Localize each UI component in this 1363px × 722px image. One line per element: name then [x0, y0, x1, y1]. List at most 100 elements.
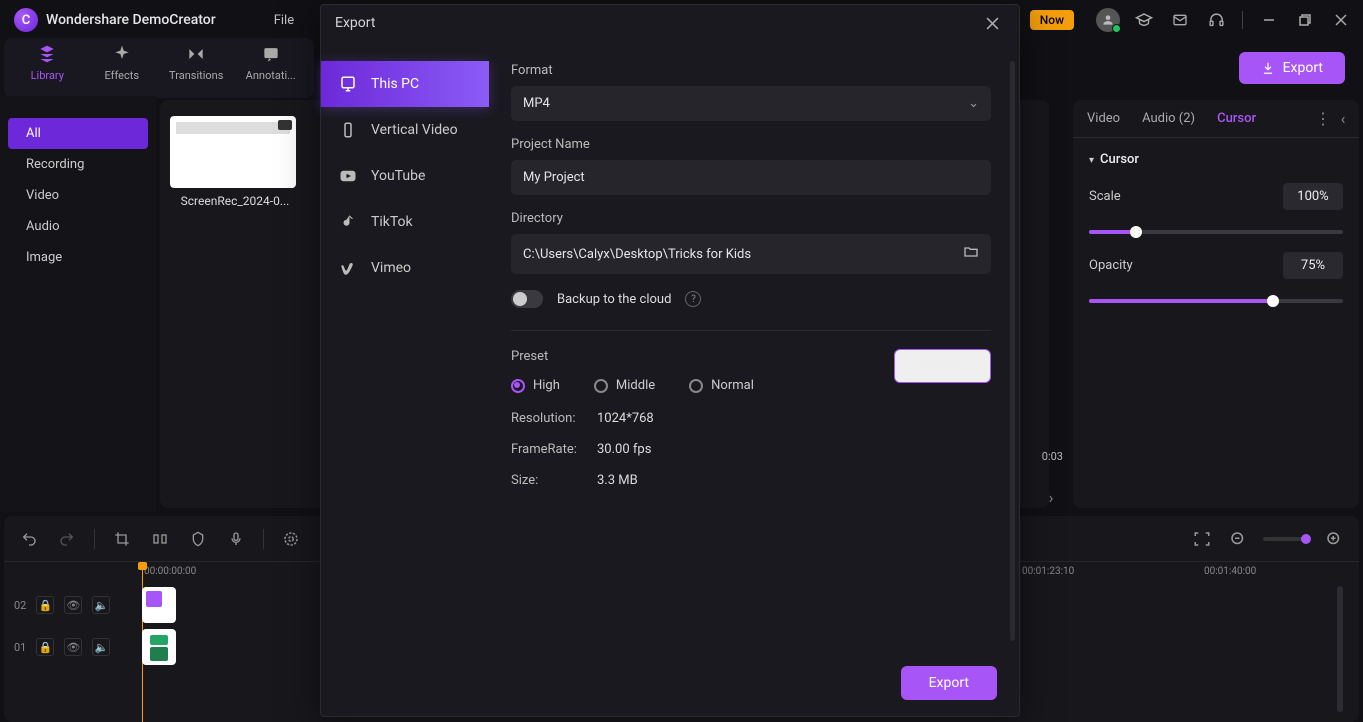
prop-tab-video[interactable]: Video	[1087, 111, 1120, 126]
preset-normal-radio[interactable]: Normal	[689, 378, 754, 393]
redo-icon[interactable]	[56, 528, 78, 550]
sidebar-item-label: Vertical Video	[371, 122, 458, 138]
scale-label: Scale	[1089, 189, 1283, 204]
scale-value[interactable]: 100%	[1283, 183, 1343, 210]
tool-tabs: Library Effects Transitions Annotati...	[4, 38, 314, 98]
framerate-v: 30.00 fps	[597, 442, 651, 457]
minimize-icon[interactable]	[1251, 0, 1287, 40]
cat-audio[interactable]: Audio	[8, 211, 148, 242]
timeline-scrollbar-v[interactable]	[1337, 586, 1343, 712]
sidebar-item-tiktok[interactable]: TikTok	[321, 199, 489, 245]
zoomout-icon[interactable]	[1227, 528, 1249, 550]
clip-cursor[interactable]	[142, 587, 176, 623]
close-icon[interactable]	[1323, 0, 1359, 40]
eye-icon[interactable]: 👁	[64, 638, 82, 656]
track-index: 01	[14, 641, 26, 654]
scale-slider[interactable]	[1089, 230, 1343, 234]
export-dialog-title: Export	[335, 15, 375, 31]
split-icon[interactable]	[149, 528, 171, 550]
format-select[interactable]: MP4 ⌄	[511, 86, 991, 121]
sidebar-item-youtube[interactable]: YouTube	[321, 153, 489, 199]
format-label: Format	[511, 63, 991, 78]
prop-more-icon[interactable]: ⋮	[1313, 109, 1333, 129]
undo-icon[interactable]	[18, 528, 40, 550]
headset-icon[interactable]	[1198, 0, 1234, 40]
size-k: Size:	[511, 473, 597, 488]
form-scrollbar[interactable]	[1010, 61, 1015, 641]
sidebar-item-this-pc[interactable]: This PC	[321, 61, 489, 107]
cat-all[interactable]: All	[8, 118, 148, 149]
tab-transitions[interactable]: Transitions	[159, 38, 234, 98]
project-name-label: Project Name	[511, 137, 991, 152]
mute-icon[interactable]: 🔈	[92, 596, 110, 614]
directory-input[interactable]: C:\Users\Calyx\Desktop\Tricks for Kids	[511, 234, 991, 274]
media-thumbnail	[170, 116, 296, 188]
voiceover-icon[interactable]	[225, 528, 247, 550]
backup-toggle[interactable]	[511, 290, 543, 308]
academy-icon[interactable]	[1126, 0, 1162, 40]
prop-prev-icon[interactable]: ‹	[1333, 109, 1353, 129]
preset-high-radio[interactable]: High	[511, 378, 560, 393]
resolution-v: 1024*768	[597, 411, 654, 426]
export-dialog: Export This PC Vertical Video YouTube Ti…	[320, 4, 1020, 717]
tick: 00:00:00:00	[144, 566, 196, 577]
size-v: 3.3 MB	[597, 473, 638, 488]
folder-icon[interactable]	[963, 244, 979, 264]
prop-tab-audio[interactable]: Audio (2)	[1142, 111, 1195, 126]
marker-icon[interactable]	[187, 528, 209, 550]
backup-label: Backup to the cloud	[557, 292, 671, 307]
sidebar-item-vertical[interactable]: Vertical Video	[321, 107, 489, 153]
app-title: Wondershare DemoCreator	[46, 12, 216, 28]
lock-icon[interactable]: 🔒	[36, 638, 54, 656]
sidebar-item-vimeo[interactable]: Vimeo	[321, 245, 489, 291]
clip-video[interactable]	[142, 629, 176, 665]
category-sidebar: All Recording Video Audio Image	[0, 96, 156, 512]
opacity-slider[interactable]	[1089, 299, 1343, 303]
tick: 00:01:40:00	[1204, 566, 1256, 577]
sidebar-item-label: YouTube	[371, 168, 425, 184]
message-icon[interactable]	[1162, 0, 1198, 40]
help-icon[interactable]: ?	[685, 291, 701, 307]
tab-annotations[interactable]: Annotati...	[234, 38, 309, 98]
gear-icon[interactable]	[280, 528, 302, 550]
cat-recording[interactable]: Recording	[8, 149, 148, 180]
preset-middle-radio[interactable]: Middle	[594, 378, 655, 393]
zoom-slider[interactable]	[1263, 537, 1309, 541]
resolution-k: Resolution:	[511, 411, 597, 426]
sidebar-item-label: Vimeo	[371, 260, 411, 276]
cursor-section-header[interactable]: Cursor	[1089, 152, 1343, 167]
zoomin-icon[interactable]	[1323, 528, 1345, 550]
opacity-label: Opacity	[1089, 258, 1283, 273]
tick: 00:01:23:10	[1022, 566, 1074, 577]
media-name: ScreenRec_2024-0...	[170, 194, 300, 208]
cat-video[interactable]: Video	[8, 180, 148, 211]
settings-button[interactable]: Settings	[894, 349, 991, 383]
prop-tab-cursor[interactable]: Cursor	[1217, 111, 1256, 126]
export-button[interactable]: Export	[901, 666, 997, 700]
avatar-icon[interactable]	[1096, 8, 1120, 32]
eye-icon[interactable]: 👁	[64, 596, 82, 614]
properties-panel: Video Audio (2) Cursor ⋮ ‹ Cursor Scale …	[1073, 100, 1359, 508]
sidebar-item-label: This PC	[371, 76, 419, 92]
project-name-input[interactable]: My Project	[511, 160, 991, 195]
export-button-top[interactable]: Export	[1239, 52, 1345, 84]
sidebar-item-label: TikTok	[371, 214, 413, 230]
fit-icon[interactable]	[1191, 528, 1213, 550]
crop-icon[interactable]	[111, 528, 133, 550]
menu-file[interactable]: File	[256, 9, 312, 32]
app-logo-icon: C	[14, 8, 38, 32]
lock-icon[interactable]: 🔒	[36, 596, 54, 614]
track-index: 02	[14, 599, 26, 612]
media-item[interactable]: ScreenRec_2024-0...	[170, 116, 300, 208]
opacity-value[interactable]: 75%	[1283, 252, 1343, 279]
preview-next-icon[interactable]: ›	[1039, 485, 1063, 509]
tab-effects[interactable]: Effects	[85, 38, 160, 98]
maximize-icon[interactable]	[1287, 0, 1323, 40]
buy-now-button[interactable]: Now	[1030, 10, 1074, 30]
dialog-close-icon[interactable]	[979, 10, 1005, 36]
cat-image[interactable]: Image	[8, 242, 148, 273]
tab-library[interactable]: Library	[10, 38, 85, 98]
mute-icon[interactable]: 🔈	[92, 638, 110, 656]
chevron-down-icon: ⌄	[968, 96, 979, 111]
directory-label: Directory	[511, 211, 991, 226]
